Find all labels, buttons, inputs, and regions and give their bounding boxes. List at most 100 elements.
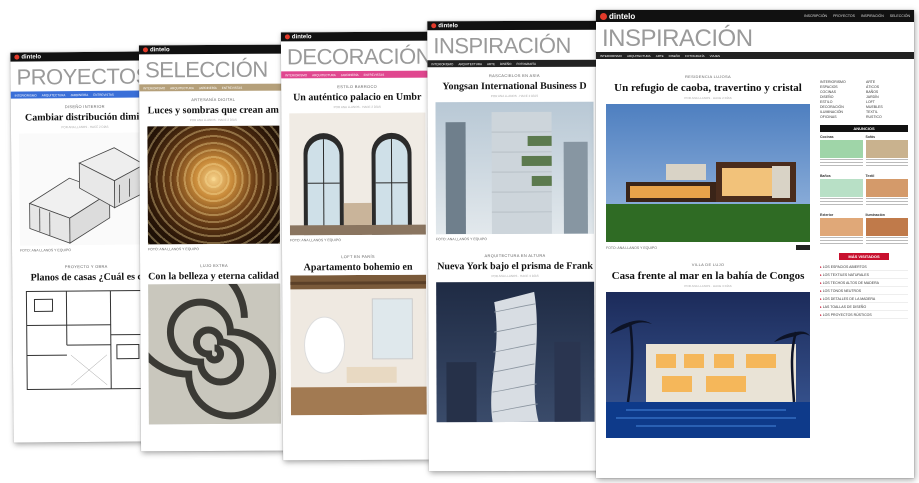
- nav-item[interactable]: ARQUITECTURA: [312, 73, 336, 77]
- palace-interior-image[interactable]: [289, 112, 426, 236]
- nav-item[interactable]: DISEÑO: [500, 62, 512, 66]
- tag-link[interactable]: BAÑOS: [866, 90, 908, 94]
- article-headline[interactable]: Luces y sombras que crean am: [147, 105, 279, 117]
- tag-link[interactable]: COCINAS: [820, 90, 862, 94]
- article-meta: POR ANA LLANOS · HACE 2 DÍAS: [333, 104, 381, 110]
- tag-link[interactable]: LOFT: [866, 100, 908, 104]
- top-link[interactable]: INSPIRACIÓN: [861, 14, 884, 18]
- nav-item[interactable]: INTERIORISMO: [600, 54, 622, 58]
- article-headline[interactable]: Un refugio de caoba, travertino y crista…: [606, 82, 810, 94]
- nav-item[interactable]: FOTOGRAFÍA: [517, 61, 536, 65]
- nav-item[interactable]: ENTREVISTAS: [93, 92, 114, 96]
- nav-item[interactable]: ARQUITECTURA: [170, 86, 194, 90]
- nav-item[interactable]: DISEÑO: [669, 54, 681, 58]
- ad-thumbnail[interactable]: Cocinas: [820, 135, 863, 171]
- tag-cloud: INTERIORISMO ARTE ESPACIOS ÁTICOS COCINA…: [820, 80, 908, 119]
- beach-villa-image[interactable]: [606, 292, 810, 438]
- logo[interactable]: dintelo: [284, 34, 312, 40]
- article: RASCACIELOS EN ASIA Yongsan Internationa…: [427, 67, 602, 246]
- list-item[interactable]: LOS TONOS NEUTROS: [820, 287, 908, 295]
- article-headline[interactable]: Casa frente al mar en la bahía de Congos: [606, 270, 810, 282]
- article-category: ARTESANÍA DIGITAL: [191, 96, 236, 103]
- house-sketch-image[interactable]: [19, 132, 152, 246]
- list-item[interactable]: LOS ESPACIOS ABIERTOS: [820, 263, 908, 271]
- top-bar: dintelo INSCRIPCIÓN PROYECTOS INSPIRACIÓ…: [596, 10, 914, 22]
- lamp-room-image[interactable]: [147, 125, 280, 245]
- logo-dot-icon: [600, 12, 607, 20]
- nav-item[interactable]: INTERIORISMO: [431, 62, 453, 66]
- page-inspiracion-front: dintelo INSCRIPCIÓN PROYECTOS INSPIRACIÓ…: [596, 10, 914, 478]
- article-headline[interactable]: Cambiar distribución dimin: [19, 111, 151, 123]
- logo[interactable]: dintelo: [600, 12, 635, 21]
- photo-caption: FOTO: ANA LLANOS Y EQUIPO: [606, 245, 657, 250]
- list-item[interactable]: LOS DETALLES DE LA MADERA: [820, 295, 908, 303]
- thumbnail-text: [865, 237, 908, 245]
- ad-thumbnail[interactable]: Textil: [865, 174, 908, 210]
- tag-link[interactable]: INTERIORISMO: [820, 80, 862, 84]
- logo[interactable]: dintelo: [142, 47, 170, 53]
- nav-item[interactable]: ARQUITECTURA: [42, 93, 66, 97]
- skyscraper-render-image[interactable]: [435, 101, 594, 235]
- nav-item[interactable]: JARDINERÍA: [341, 72, 359, 76]
- nav-item[interactable]: FOTOGRAFÍA: [685, 54, 704, 58]
- logo[interactable]: dintelo: [14, 54, 41, 60]
- list-item[interactable]: LAS TOALLAS DE DISEÑO: [820, 303, 908, 311]
- tag-link[interactable]: ÁTICOS: [866, 85, 908, 89]
- article-headline[interactable]: Nueva York bajo el prisma de Frank: [436, 261, 594, 273]
- thumbnail-image: [865, 218, 908, 236]
- tag-link[interactable]: JARDÍN: [866, 95, 908, 99]
- nav-item[interactable]: INTERIORISMO: [143, 86, 165, 90]
- spiral-mosaic-image[interactable]: [148, 283, 281, 425]
- nav-item[interactable]: JARDINERÍA: [199, 85, 217, 89]
- section-title: PROYECTOS: [16, 63, 150, 90]
- nav-item[interactable]: ARTE: [656, 54, 664, 58]
- article-headline[interactable]: Yongsan International Business D: [435, 81, 593, 93]
- loft-interior-image[interactable]: [290, 274, 427, 416]
- ad-thumbnail[interactable]: Iluminación: [865, 213, 908, 249]
- top-link[interactable]: SELECCIÓN: [890, 14, 910, 18]
- nav-item[interactable]: ARQUITECTURA: [627, 54, 651, 58]
- modern-house-image[interactable]: [606, 104, 810, 242]
- tag-link[interactable]: OFICINAS: [820, 115, 862, 119]
- article-headline[interactable]: Apartamento bohemio en: [290, 262, 426, 274]
- ad-thumbnail[interactable]: Sofás: [865, 135, 908, 171]
- nav-item[interactable]: VIAJES: [710, 54, 720, 58]
- list-item[interactable]: LOS TEXTILES NATURALES: [820, 271, 908, 279]
- floor-plan-image[interactable]: [20, 284, 154, 396]
- article-headline[interactable]: Un auténtico palacio en Umbr: [289, 92, 425, 104]
- article: ARQUITECTURA EN ALTURA Nueva York bajo e…: [428, 245, 603, 427]
- list-item[interactable]: LOS PROYECTOS RÚSTICOS: [820, 311, 908, 319]
- tag-link[interactable]: ARTE: [866, 80, 908, 84]
- ads-header: ANUNCIOS: [820, 125, 908, 132]
- tag-link[interactable]: TEXTIL: [866, 110, 908, 114]
- tag-link[interactable]: MUEBLES: [866, 105, 908, 109]
- nav-item[interactable]: INTERIORISMO: [15, 93, 37, 97]
- thumbnail-text: [820, 159, 863, 167]
- list-item[interactable]: LOS TECHOS ALTOS DE MADERA: [820, 279, 908, 287]
- nav-item[interactable]: ARQUITECTURA: [458, 62, 482, 66]
- gehry-tower-image[interactable]: [436, 281, 595, 423]
- ad-thumbnail[interactable]: Exterior: [820, 213, 863, 249]
- top-link[interactable]: INSCRIPCIÓN: [804, 14, 827, 18]
- tag-link[interactable]: ILUMINACIÓN: [820, 110, 862, 114]
- article-category: LUJO EXTRA: [200, 262, 228, 269]
- nav-item[interactable]: ENTREVISTAS: [222, 85, 243, 89]
- photo-caption: FOTO: ANA LLANOS Y EQUIPO: [20, 248, 72, 253]
- article-headline[interactable]: Con la belleza y eterna calidad de: [148, 271, 280, 283]
- logo[interactable]: dintelo: [431, 23, 458, 29]
- gallery-icon[interactable]: [796, 245, 810, 250]
- nav-item[interactable]: INTERIORISMO: [285, 73, 307, 77]
- top-link[interactable]: PROYECTOS: [833, 14, 855, 18]
- thumbnail-text: [820, 237, 863, 245]
- nav-item[interactable]: ARTE: [487, 62, 495, 66]
- article: LUJO EXTRA Con la belleza y eterna calid…: [140, 255, 289, 429]
- nav-item[interactable]: ENTREVISTAS: [364, 72, 385, 76]
- article-headline[interactable]: Planos de casas ¿Cuál es c: [20, 271, 152, 284]
- nav-item[interactable]: JARDINERÍA: [70, 92, 88, 96]
- tag-link[interactable]: DECORACIÓN: [820, 105, 862, 109]
- tag-link[interactable]: DISEÑO: [820, 95, 862, 99]
- tag-link[interactable]: RUSTICO: [866, 115, 908, 119]
- tag-link[interactable]: ESPACIOS: [820, 85, 862, 89]
- tag-link[interactable]: ESTILO: [820, 100, 862, 104]
- ad-thumbnail[interactable]: Baños: [820, 174, 863, 210]
